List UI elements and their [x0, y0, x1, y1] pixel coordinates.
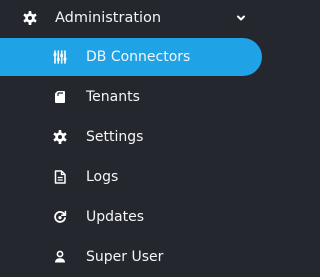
sidebar-item-label: Settings: [86, 129, 144, 145]
file-lines-icon: [53, 170, 67, 184]
sidebar-item-label: Tenants: [86, 89, 140, 105]
gear-icon: [23, 11, 37, 25]
chevron-down-icon[interactable]: [235, 12, 247, 24]
refresh-icon: [53, 210, 67, 224]
sidebar-item-tenants[interactable]: Tenants: [0, 78, 277, 116]
sidebar-item-updates[interactable]: Updates: [0, 198, 277, 236]
sidebar-item-label: Updates: [86, 209, 144, 225]
sidebar-item-super-user[interactable]: Super User: [0, 238, 277, 276]
sidebar-item-logs[interactable]: Logs: [0, 158, 277, 196]
sidebar-item-label: Super User: [86, 249, 164, 265]
sidebar-item-label: Logs: [86, 169, 119, 185]
admin-sidebar: Administration DB Connectors Tenants Set…: [0, 0, 277, 277]
sidebar-item-label: DB Connectors: [86, 49, 191, 65]
sidebar-item-settings[interactable]: Settings: [0, 118, 277, 156]
sidebar-item-db-connectors[interactable]: DB Connectors: [0, 38, 262, 76]
sliders-icon: [53, 50, 67, 64]
document-icon: [53, 90, 67, 104]
administration-group-header[interactable]: Administration: [0, 0, 277, 36]
administration-label: Administration: [55, 10, 162, 26]
gear-icon: [53, 130, 67, 144]
user-icon: [53, 250, 67, 264]
